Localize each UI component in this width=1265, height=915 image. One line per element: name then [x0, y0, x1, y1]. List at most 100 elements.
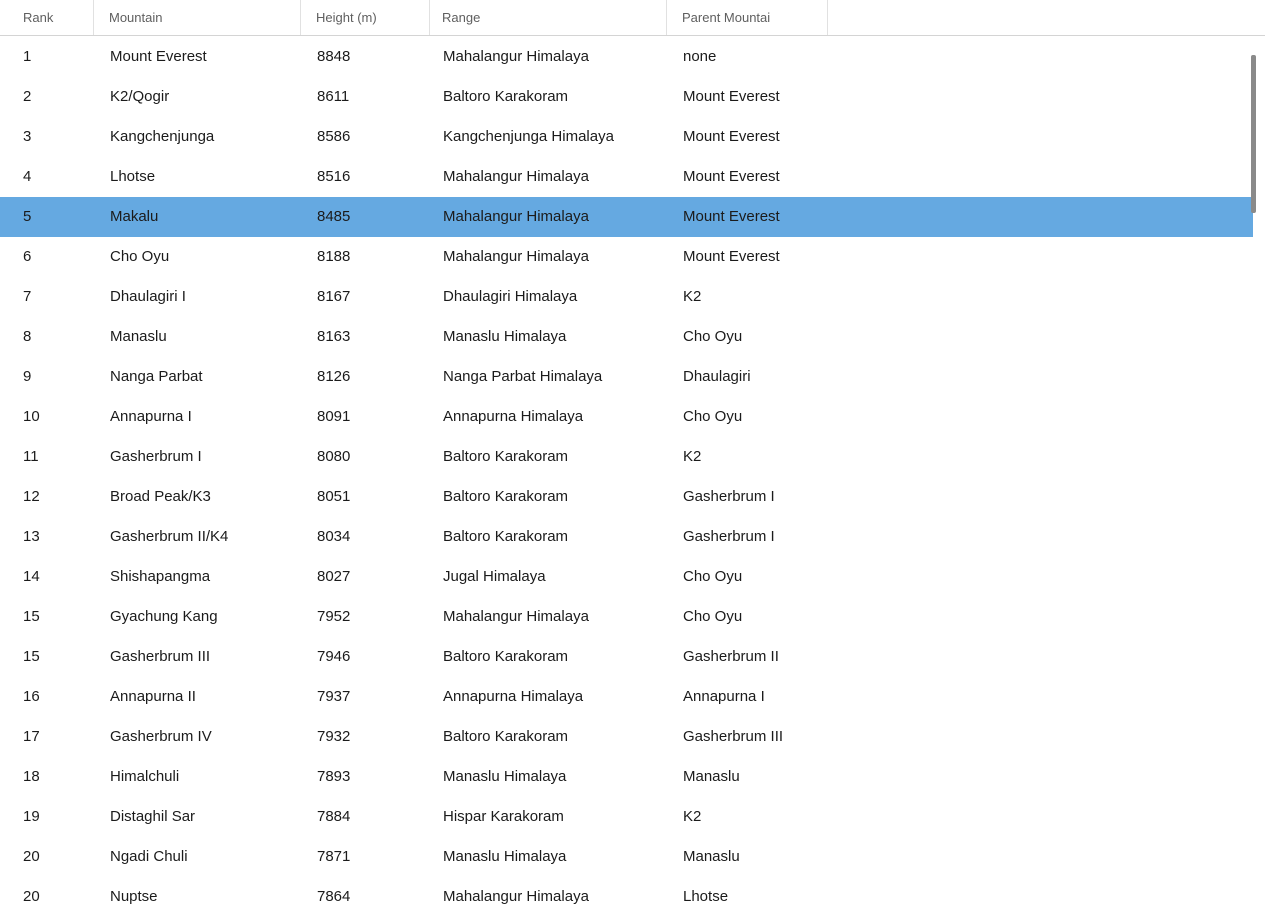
- column-header-filler: [828, 0, 1265, 35]
- table-row[interactable]: 9 Nanga Parbat 8126 Nanga Parbat Himalay…: [0, 357, 1253, 397]
- cell-height: 8034: [301, 517, 430, 557]
- cell-range: Mahalangur Himalaya: [430, 197, 667, 237]
- cell-rank: 13: [0, 517, 94, 557]
- cell-height: 7884: [301, 797, 430, 837]
- table-row[interactable]: 12 Broad Peak/K3 8051 Baltoro Karakoram …: [0, 477, 1253, 517]
- cell-height: 8051: [301, 477, 430, 517]
- cell-mountain: Nanga Parbat: [94, 357, 301, 397]
- table-row[interactable]: 19 Distaghil Sar 7884 Hispar Karakoram K…: [0, 797, 1253, 837]
- cell-rank: 6: [0, 237, 94, 277]
- table-row[interactable]: 8 Manaslu 8163 Manaslu Himalaya Cho Oyu: [0, 317, 1253, 357]
- cell-rank: 4: [0, 157, 94, 197]
- cell-range: Nanga Parbat Himalaya: [430, 357, 667, 397]
- cell-mountain: Gasherbrum II/K4: [94, 517, 301, 557]
- cell-rank: 16: [0, 677, 94, 717]
- cell-range: Dhaulagiri Himalaya: [430, 277, 667, 317]
- table-row[interactable]: 6 Cho Oyu 8188 Mahalangur Himalaya Mount…: [0, 237, 1253, 277]
- table-row[interactable]: 20 Nuptse 7864 Mahalangur Himalaya Lhots…: [0, 877, 1253, 915]
- cell-parent-mountain: none: [667, 37, 828, 77]
- cell-parent-mountain: Dhaulagiri: [667, 357, 828, 397]
- column-header-mountain[interactable]: Mountain: [94, 0, 301, 35]
- cell-mountain: Gasherbrum I: [94, 437, 301, 477]
- cell-range: Baltoro Karakoram: [430, 437, 667, 477]
- table-row[interactable]: 17 Gasherbrum IV 7932 Baltoro Karakoram …: [0, 717, 1253, 757]
- table-row[interactable]: 4 Lhotse 8516 Mahalangur Himalaya Mount …: [0, 157, 1253, 197]
- cell-rank: 20: [0, 837, 94, 877]
- table-row[interactable]: 7 Dhaulagiri I 8167 Dhaulagiri Himalaya …: [0, 277, 1253, 317]
- cell-range: Manaslu Himalaya: [430, 837, 667, 877]
- cell-parent-mountain: Gasherbrum I: [667, 517, 828, 557]
- cell-range: Annapurna Himalaya: [430, 397, 667, 437]
- cell-parent-mountain: Gasherbrum I: [667, 477, 828, 517]
- cell-mountain: Himalchuli: [94, 757, 301, 797]
- cell-rank: 17: [0, 717, 94, 757]
- cell-parent-mountain: Annapurna I: [667, 677, 828, 717]
- cell-range: Baltoro Karakoram: [430, 717, 667, 757]
- cell-height: 8080: [301, 437, 430, 477]
- cell-mountain: Annapurna I: [94, 397, 301, 437]
- cell-parent-mountain: K2: [667, 277, 828, 317]
- cell-mountain: Kangchenjunga: [94, 117, 301, 157]
- cell-parent-mountain: Mount Everest: [667, 197, 828, 237]
- cell-mountain: Gasherbrum IV: [94, 717, 301, 757]
- cell-range: Mahalangur Himalaya: [430, 157, 667, 197]
- cell-range: Manaslu Himalaya: [430, 757, 667, 797]
- vertical-scrollbar-thumb[interactable]: [1251, 55, 1256, 213]
- cell-rank: 15: [0, 597, 94, 637]
- cell-range: Kangchenjunga Himalaya: [430, 117, 667, 157]
- table-row[interactable]: 10 Annapurna I 8091 Annapurna Himalaya C…: [0, 397, 1253, 437]
- table-header-row: Rank Mountain Height (m) Range Parent Mo…: [0, 0, 1265, 36]
- column-header-rank[interactable]: Rank: [0, 0, 94, 35]
- cell-range: Baltoro Karakoram: [430, 77, 667, 117]
- cell-rank: 2: [0, 77, 94, 117]
- table-row[interactable]: 11 Gasherbrum I 8080 Baltoro Karakoram K…: [0, 437, 1253, 477]
- table-row[interactable]: 20 Ngadi Chuli 7871 Manaslu Himalaya Man…: [0, 837, 1253, 877]
- cell-mountain: Lhotse: [94, 157, 301, 197]
- cell-height: 8611: [301, 77, 430, 117]
- cell-height: 8163: [301, 317, 430, 357]
- cell-range: Mahalangur Himalaya: [430, 597, 667, 637]
- cell-height: 8188: [301, 237, 430, 277]
- cell-parent-mountain: K2: [667, 437, 828, 477]
- cell-rank: 14: [0, 557, 94, 597]
- cell-parent-mountain: Mount Everest: [667, 157, 828, 197]
- cell-mountain: Annapurna II: [94, 677, 301, 717]
- cell-rank: 3: [0, 117, 94, 157]
- data-grid: Rank Mountain Height (m) Range Parent Mo…: [0, 0, 1265, 915]
- cell-height: 8848: [301, 37, 430, 77]
- cell-parent-mountain: Lhotse: [667, 877, 828, 915]
- cell-parent-mountain: Gasherbrum II: [667, 637, 828, 677]
- cell-range: Annapurna Himalaya: [430, 677, 667, 717]
- cell-mountain: K2/Qogir: [94, 77, 301, 117]
- cell-mountain: Manaslu: [94, 317, 301, 357]
- cell-height: 7952: [301, 597, 430, 637]
- cell-parent-mountain: Gasherbrum III: [667, 717, 828, 757]
- cell-mountain: Cho Oyu: [94, 237, 301, 277]
- table-row[interactable]: 13 Gasherbrum II/K4 8034 Baltoro Karakor…: [0, 517, 1253, 557]
- table-row[interactable]: 2 K2/Qogir 8611 Baltoro Karakoram Mount …: [0, 77, 1253, 117]
- cell-rank: 7: [0, 277, 94, 317]
- table-row[interactable]: 3 Kangchenjunga 8586 Kangchenjunga Himal…: [0, 117, 1253, 157]
- cell-height: 8126: [301, 357, 430, 397]
- cell-height: 8586: [301, 117, 430, 157]
- cell-mountain: Makalu: [94, 197, 301, 237]
- cell-height: 7932: [301, 717, 430, 757]
- cell-rank: 8: [0, 317, 94, 357]
- cell-parent-mountain: Mount Everest: [667, 117, 828, 157]
- table-row[interactable]: 1 Mount Everest 8848 Mahalangur Himalaya…: [0, 37, 1253, 77]
- table-row[interactable]: 16 Annapurna II 7937 Annapurna Himalaya …: [0, 677, 1253, 717]
- column-header-height[interactable]: Height (m): [301, 0, 430, 35]
- cell-rank: 11: [0, 437, 94, 477]
- cell-mountain: Gasherbrum III: [94, 637, 301, 677]
- cell-range: Mahalangur Himalaya: [430, 877, 667, 915]
- table-row[interactable]: 15 Gasherbrum III 7946 Baltoro Karakoram…: [0, 637, 1253, 677]
- table-row[interactable]: 18 Himalchuli 7893 Manaslu Himalaya Mana…: [0, 757, 1253, 797]
- table-row[interactable]: 5 Makalu 8485 Mahalangur Himalaya Mount …: [0, 197, 1253, 237]
- cell-mountain: Dhaulagiri I: [94, 277, 301, 317]
- cell-height: 8027: [301, 557, 430, 597]
- cell-height: 8167: [301, 277, 430, 317]
- table-row[interactable]: 14 Shishapangma 8027 Jugal Himalaya Cho …: [0, 557, 1253, 597]
- column-header-parent-mountain[interactable]: Parent Mountai: [667, 0, 828, 35]
- column-header-range[interactable]: Range: [430, 0, 667, 35]
- table-row[interactable]: 15 Gyachung Kang 7952 Mahalangur Himalay…: [0, 597, 1253, 637]
